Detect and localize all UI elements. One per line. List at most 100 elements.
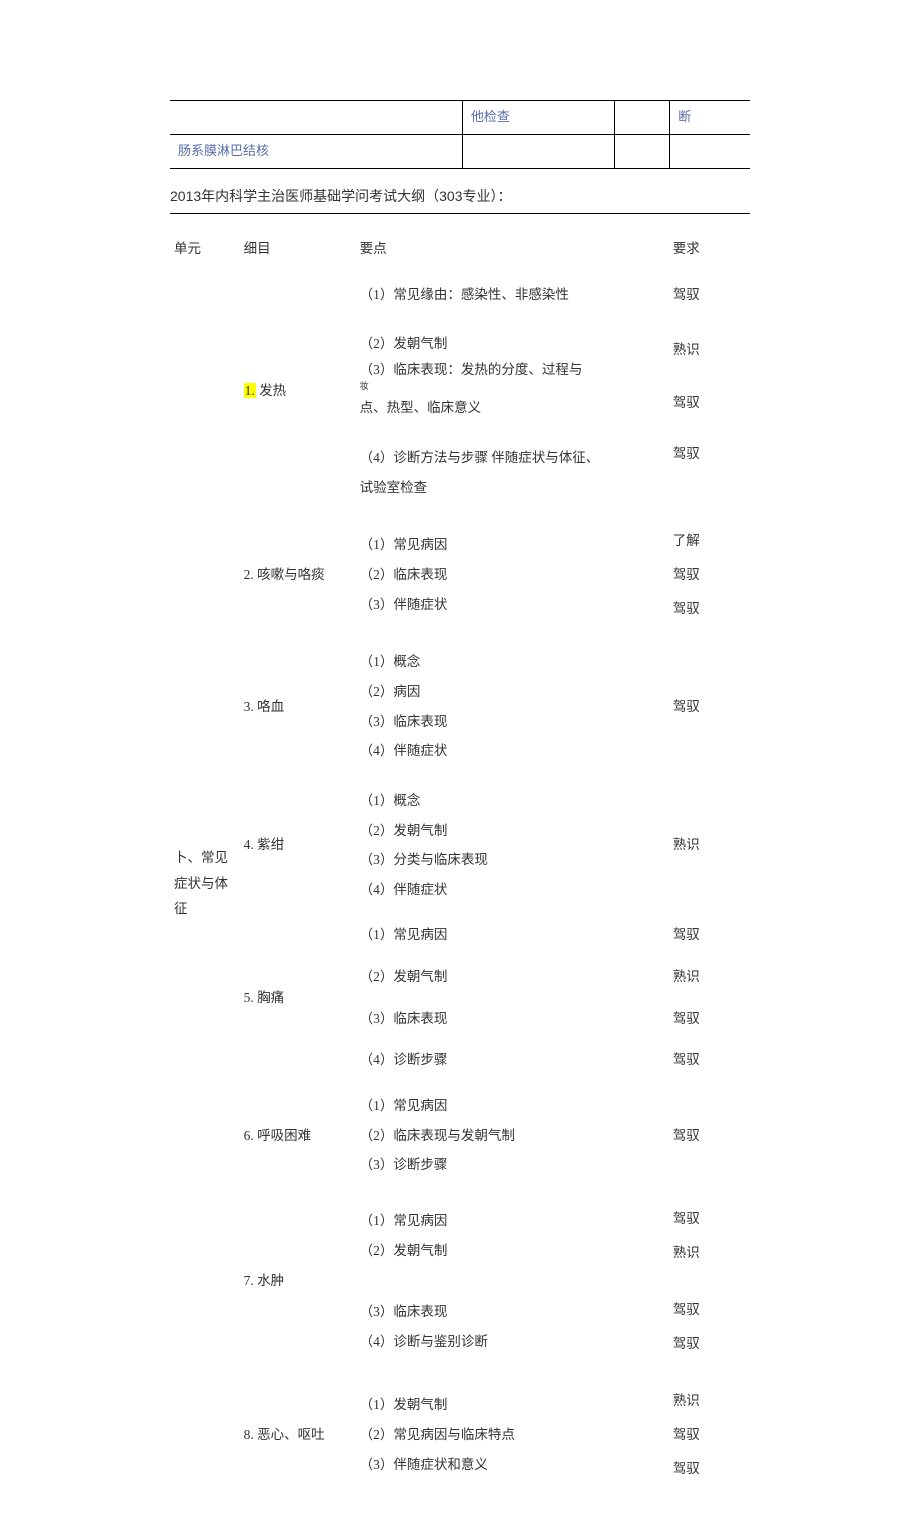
point-text: （4）诊断与鉴别诊断 bbox=[360, 1329, 665, 1355]
point-cell: （4）诊断步骤 bbox=[356, 1039, 669, 1081]
header-req: 要求 bbox=[669, 228, 750, 270]
point-cell: （1）常见病因 （2）临床表现 （3）伴随症状 bbox=[356, 512, 669, 637]
req-text: 熟识 bbox=[673, 1388, 746, 1414]
point-cell: （2）发朝气制 （3）临床表现：发热的分度、过程与 妆 点、热型、临床意义 bbox=[356, 319, 669, 433]
req-cell: 驾驭 bbox=[669, 270, 750, 320]
top-cell-duan: 断 bbox=[670, 101, 750, 135]
req-cell: 熟识 驾驭 驾驭 bbox=[669, 1372, 750, 1497]
req-cell: 驾驭 驾驭 bbox=[669, 1281, 750, 1372]
point-text: 点、热型、临床意义 bbox=[360, 395, 665, 421]
point-cell: （1）常见缘由：感染性、非感染性 bbox=[356, 270, 669, 320]
point-text: （4）诊断方法与步骤 伴随症状与体征、 bbox=[360, 445, 665, 471]
item-label-fever: 发热 bbox=[256, 383, 286, 398]
req-text: 驾驭 bbox=[673, 1422, 746, 1448]
point-cell: （4）诊断方法与步骤 伴随症状与体征、 试验室检查 bbox=[356, 433, 669, 512]
top-cell-empty3 bbox=[615, 134, 670, 168]
point-text: （1）概念 bbox=[360, 788, 665, 814]
table-row: 卜、常见症状与体征 1. 发热 （1）常见缘由：感染性、非感染性 驾驭 bbox=[170, 270, 750, 320]
req-text: 驾驭 bbox=[673, 1456, 746, 1482]
point-text: （4）伴随症状 bbox=[360, 738, 665, 764]
req-cell: 驾驭 bbox=[669, 433, 750, 512]
syllabus-heading: 2013年内科学主治医师基础学问考试大纲（303专业）： bbox=[170, 185, 750, 214]
header-item: 细目 bbox=[240, 228, 356, 270]
req-cell: 驾驭 bbox=[669, 637, 750, 776]
req-cell: 了解 驾驭 驾驭 bbox=[669, 512, 750, 637]
point-text: 试验室检查 bbox=[360, 475, 665, 501]
point-text: （2）常见病因与临床特点 bbox=[360, 1422, 665, 1448]
table-header-row: 单元 细目 要点 要求 bbox=[170, 228, 750, 270]
point-text: （3）诊断步骤 bbox=[360, 1152, 665, 1178]
item-cell-dyspnea: 6. 呼吸困难 bbox=[240, 1081, 356, 1190]
header-unit: 单元 bbox=[170, 228, 240, 270]
point-text: （2）临床表现 bbox=[360, 562, 665, 588]
top-cell-mesenteric: 肠系膜淋巴结核 bbox=[170, 134, 462, 168]
point-cell: （1）概念 （2）病因 （3）临床表现 （4）伴随症状 bbox=[356, 637, 669, 776]
point-cell: （1）发朝气制 （2）常见病因与临床特点 （3）伴随症状和意义 bbox=[356, 1372, 669, 1497]
point-note: 妆 bbox=[360, 382, 665, 391]
req-cell: 驾驭 bbox=[669, 1039, 750, 1081]
point-text: （1）发朝气制 bbox=[360, 1392, 665, 1418]
req-text: 熟识 bbox=[673, 1240, 746, 1266]
req-cell: 熟识 bbox=[669, 956, 750, 998]
top-cell-empty4 bbox=[670, 134, 750, 168]
req-cell: 熟识 驾驭 bbox=[669, 319, 750, 433]
point-text: （3）临床表现 bbox=[360, 1299, 665, 1325]
point-cell: （3）临床表现 （4）诊断与鉴别诊断 bbox=[356, 1281, 669, 1372]
point-text: （1）概念 bbox=[360, 649, 665, 675]
req-text: 熟识 bbox=[673, 337, 746, 363]
table-row: 8. 恶心、呕吐 （1）发朝气制 （2）常见病因与临床特点 （3）伴随症状和意义… bbox=[170, 1372, 750, 1497]
table-row: 2. 咳嗽与咯痰 （1）常见病因 （2）临床表现 （3）伴随症状 了解 驾驭 驾… bbox=[170, 512, 750, 637]
point-cell: （2）发朝气制 bbox=[356, 956, 669, 998]
req-text: 驾驭 bbox=[673, 596, 746, 622]
table-row: 6. 呼吸困难 （1）常见病因 （2）临床表现与发朝气制 （3）诊断步骤 驾驭 bbox=[170, 1081, 750, 1190]
point-text: （1）常见病因 bbox=[360, 1093, 665, 1119]
point-text: （3）分类与临床表现 bbox=[360, 847, 665, 873]
table-row: 7. 水肿 （1）常见病因 （2）发朝气制 驾驭 熟识 bbox=[170, 1190, 750, 1281]
point-text: （3）伴随症状 bbox=[360, 592, 665, 618]
top-cell-empty2 bbox=[462, 134, 614, 168]
req-cell: 驾驭 bbox=[669, 1081, 750, 1190]
point-text: （1）常见病因 bbox=[360, 1208, 665, 1234]
req-text: 驾驭 bbox=[673, 562, 746, 588]
point-text: （3）临床表现 bbox=[360, 709, 665, 735]
top-fragment-table: 他检查 断 肠系膜淋巴结核 bbox=[170, 100, 750, 169]
point-cell: （3）临床表现 bbox=[356, 998, 669, 1040]
top-cell-other-exam: 他检查 bbox=[462, 101, 614, 135]
point-text: （3）伴随症状和意义 bbox=[360, 1452, 665, 1478]
req-text: 了解 bbox=[673, 528, 746, 554]
point-cell: （1）常见病因 （2）发朝气制 bbox=[356, 1190, 669, 1281]
req-cell: 驾驭 熟识 bbox=[669, 1190, 750, 1281]
req-cell: 驾驭 bbox=[669, 914, 750, 956]
item-cell-edema: 7. 水肿 bbox=[240, 1190, 356, 1373]
req-text: 驾驭 bbox=[673, 1206, 746, 1232]
point-text: （2）发朝气制 bbox=[360, 331, 665, 357]
point-text: （1）常见病因 bbox=[360, 532, 665, 558]
table-row: 3. 咯血 （1）概念 （2）病因 （3）临床表现 （4）伴随症状 驾驭 bbox=[170, 637, 750, 776]
item-cell-hemoptysis: 3. 咯血 bbox=[240, 637, 356, 776]
point-text: （3）临床表现：发热的分度、过程与 bbox=[360, 361, 665, 379]
highlight-marker: 1. bbox=[244, 383, 256, 398]
syllabus-table: 单元 细目 要点 要求 卜、常见症状与体征 1. 发热 （1）常见缘由：感染性、… bbox=[170, 228, 750, 1497]
req-cell: 熟识 bbox=[669, 776, 750, 915]
point-cell: （1）常见病因 bbox=[356, 914, 669, 956]
item-cell-nausea: 8. 恶心、呕吐 bbox=[240, 1372, 356, 1497]
top-cell-blank bbox=[615, 101, 670, 135]
item-cell-cough: 2. 咳嗽与咯痰 bbox=[240, 512, 356, 637]
item-cell-chestpain: 5. 胸痛 bbox=[240, 914, 356, 1081]
point-text: （2）发朝气制 bbox=[360, 1238, 665, 1264]
table-row: 5. 胸痛 （1）常见病因 驾驭 bbox=[170, 914, 750, 956]
unit-cell: 卜、常见症状与体征 bbox=[170, 270, 240, 1498]
req-text: 驾驭 bbox=[673, 1297, 746, 1323]
point-text: （2）发朝气制 bbox=[360, 818, 665, 844]
item-cell-cyanosis: 4. 紫绀 bbox=[240, 776, 356, 915]
req-text: 驾驭 bbox=[673, 390, 746, 416]
req-text: 驾驭 bbox=[673, 1331, 746, 1357]
point-cell: （1）概念 （2）发朝气制 （3）分类与临床表现 （4）伴随症状 bbox=[356, 776, 669, 915]
point-text: （2）临床表现与发朝气制 bbox=[360, 1123, 665, 1149]
point-text: （2）病因 bbox=[360, 679, 665, 705]
top-cell-empty bbox=[170, 101, 462, 135]
req-cell: 驾驭 bbox=[669, 998, 750, 1040]
point-cell: （1）常见病因 （2）临床表现与发朝气制 （3）诊断步骤 bbox=[356, 1081, 669, 1190]
item-cell-fever: 1. 发热 bbox=[240, 270, 356, 513]
point-text: （1）常见缘由：感染性、非感染性 bbox=[360, 282, 665, 308]
